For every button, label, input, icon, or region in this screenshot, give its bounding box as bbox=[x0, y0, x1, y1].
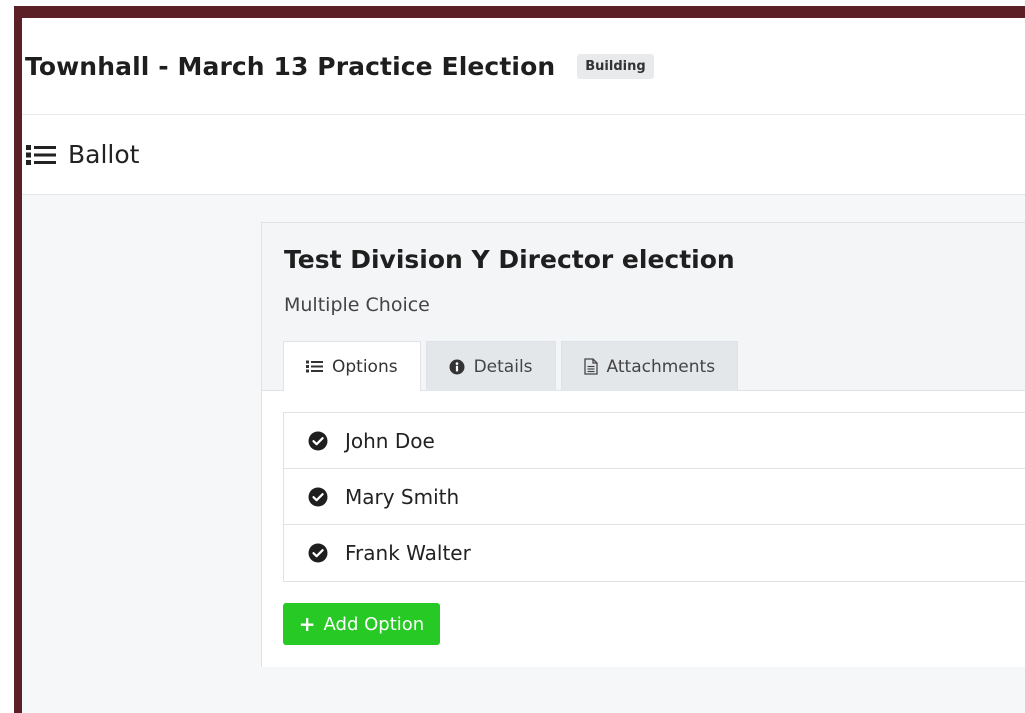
list-icon bbox=[306, 360, 323, 373]
info-icon bbox=[449, 359, 465, 374]
question-card: Test Division Y Director election Multip… bbox=[261, 222, 1025, 667]
section-title: Ballot bbox=[68, 140, 140, 169]
tab-options[interactable]: Options bbox=[283, 341, 421, 391]
question-type: Multiple Choice bbox=[284, 294, 430, 316]
section-header: Ballot bbox=[22, 115, 1025, 195]
option-label: Mary Smith bbox=[345, 484, 460, 509]
tab-details[interactable]: Details bbox=[425, 341, 556, 391]
add-option-button[interactable]: + Add Option bbox=[283, 603, 440, 645]
status-badge: Building bbox=[577, 53, 654, 79]
option-row[interactable]: Mary Smith bbox=[284, 469, 1025, 525]
options-panel: John Doe Mary Smith Frank Walter + Add O… bbox=[262, 391, 1025, 667]
check-circle-icon bbox=[308, 487, 328, 506]
tab-label: Attachments bbox=[606, 356, 716, 377]
document-icon bbox=[583, 358, 598, 375]
app-content: Townhall - March 13 Practice Election Bu… bbox=[22, 18, 1025, 713]
tab-label: Options bbox=[332, 356, 398, 377]
option-label: John Doe bbox=[345, 428, 435, 453]
tab-attachments[interactable]: Attachments bbox=[560, 341, 739, 391]
question-tabs: Options Details Attachments bbox=[283, 341, 743, 391]
plus-icon: + bbox=[298, 612, 316, 636]
option-row[interactable]: John Doe bbox=[284, 413, 1025, 469]
window-frame: Townhall - March 13 Practice Election Bu… bbox=[14, 6, 1025, 713]
question-title: Test Division Y Director election bbox=[284, 245, 735, 274]
question-card-header: Test Division Y Director election Multip… bbox=[262, 223, 1025, 391]
option-row[interactable]: Frank Walter bbox=[284, 525, 1025, 581]
tab-label: Details bbox=[473, 356, 533, 377]
option-label: Frank Walter bbox=[345, 541, 471, 565]
election-header: Townhall - March 13 Practice Election Bu… bbox=[22, 18, 1025, 115]
check-circle-icon bbox=[308, 543, 328, 563]
list-icon bbox=[26, 144, 56, 165]
check-circle-icon bbox=[308, 431, 328, 450]
election-title: Townhall - March 13 Practice Election bbox=[25, 51, 556, 81]
option-list: John Doe Mary Smith Frank Walter bbox=[283, 412, 1025, 582]
add-option-label: Add Option bbox=[323, 613, 425, 635]
